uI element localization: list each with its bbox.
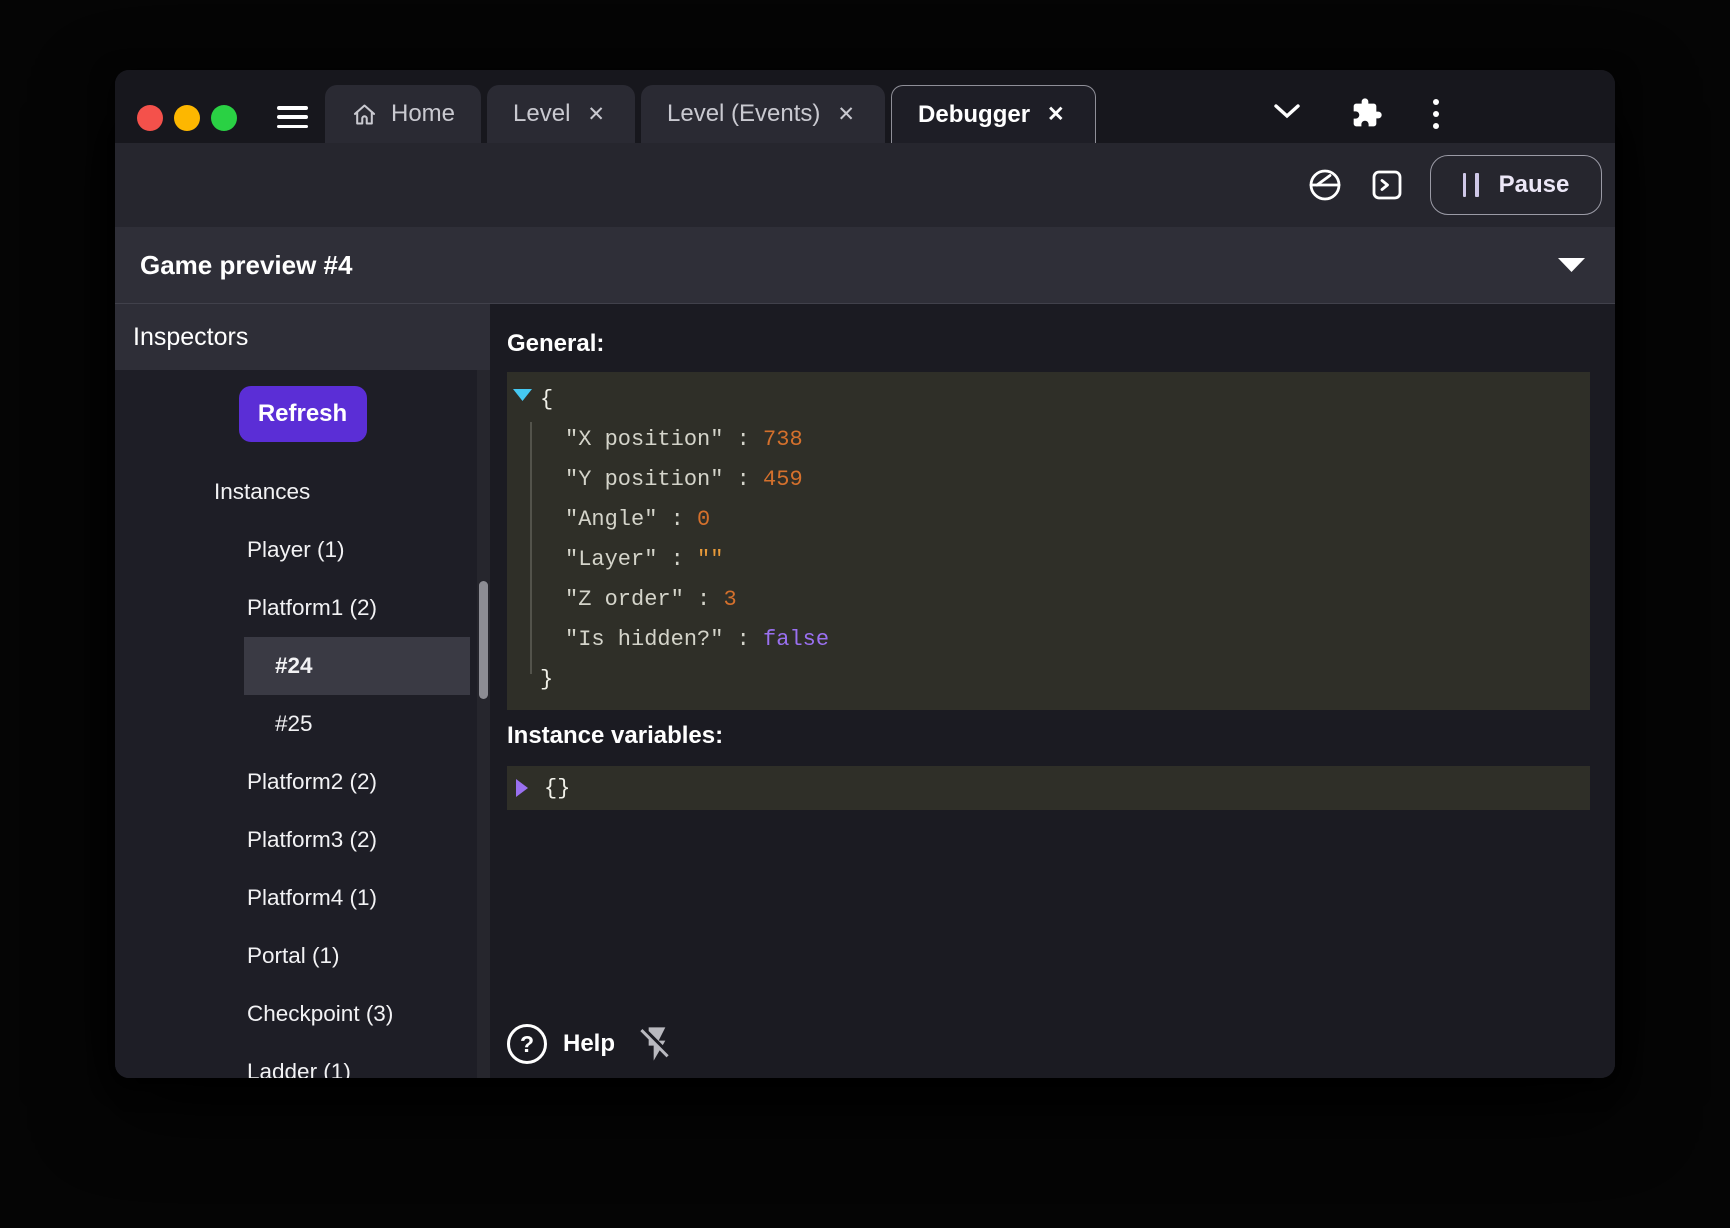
sidebar-scrollbar-track <box>477 370 490 1078</box>
help-button-label: Help <box>563 1030 615 1058</box>
json-property-line: "Angle" : 0 <box>507 500 1590 540</box>
json-property-line: "Is hidden?" : false <box>507 620 1590 660</box>
maximize-window-button[interactable] <box>211 105 237 131</box>
window-controls <box>137 105 237 131</box>
debugger-toolbar: Pause <box>115 143 1615 227</box>
tab-label: Level <box>513 100 570 128</box>
tree-item-label: Platform1 (2) <box>247 595 377 620</box>
tree-item-label: Platform3 (2) <box>247 827 377 852</box>
console-icon[interactable] <box>1370 168 1404 202</box>
game-preview-bar[interactable]: Game preview #4 <box>115 227 1615 304</box>
debugger-content: Inspectors Refresh Instances Player (1) Pl… <box>115 304 1615 1078</box>
pause-button-label: Pause <box>1499 171 1570 199</box>
hamburger-menu-icon[interactable] <box>277 106 308 128</box>
tree-item-label: Portal (1) <box>247 943 340 968</box>
tab-close-icon[interactable]: ✕ <box>833 102 859 127</box>
tree-item-label: Platform2 (2) <box>247 769 377 794</box>
caret-down-icon[interactable] <box>1558 258 1585 272</box>
indent-guide-line <box>530 422 532 674</box>
tree-item-label: Checkpoint (3) <box>247 1001 393 1026</box>
tree-item-label: Ladder (1) <box>247 1059 351 1078</box>
tree-item-platform1-2-[interactable]: Platform1 (2) <box>115 579 490 637</box>
help-button[interactable]: ? Help <box>507 1024 615 1064</box>
tree-item-platform3-2-[interactable]: Platform3 (2) <box>115 811 490 869</box>
tree-item-#25[interactable]: #25 <box>115 695 490 753</box>
game-preview-title: Game preview #4 <box>140 250 352 281</box>
tree-item-label: #25 <box>275 711 313 736</box>
tab-home[interactable]: Home <box>325 85 481 143</box>
minimize-window-button[interactable] <box>174 105 200 131</box>
tab-label: Level (Events) <box>667 100 820 128</box>
json-property-line: "Layer" : "" <box>507 540 1590 580</box>
pause-icon <box>1463 173 1479 197</box>
tree-item-checkpoint-3-[interactable]: Checkpoint (3) <box>115 985 490 1043</box>
app-window: Home Level ✕ Level (Events) ✕ Debugger ✕ <box>115 70 1615 1078</box>
sidebar-scrollbar-thumb[interactable] <box>479 581 488 699</box>
profiler-gauge-icon[interactable] <box>1306 166 1344 204</box>
tab-label: Debugger <box>918 101 1030 129</box>
tab-bar: Home Level ✕ Level (Events) ✕ Debugger ✕ <box>115 70 1615 143</box>
home-icon <box>351 101 378 128</box>
tree-item-label: Player (1) <box>247 537 345 562</box>
instances-tree: Instances Player (1) Platform1 (2) #24 #25 Pl… <box>115 463 490 1078</box>
tab-strip: Home Level ✕ Level (Events) ✕ Debugger ✕ <box>325 85 1096 143</box>
tab-label: Home <box>391 100 455 128</box>
json-property-line: "Z order" : 3 <box>507 580 1590 620</box>
tab-debugger[interactable]: Debugger ✕ <box>891 85 1096 143</box>
tree-item-player-1-[interactable]: Player (1) <box>115 521 490 579</box>
kebab-menu-icon[interactable] <box>1433 99 1439 129</box>
tree-item-portal-1-[interactable]: Portal (1) <box>115 927 490 985</box>
desktop-background: Home Level ✕ Level (Events) ✕ Debugger ✕ <box>0 0 1730 1228</box>
chevron-down-icon[interactable] <box>1273 103 1301 119</box>
tree-item-platform2-2-[interactable]: Platform2 (2) <box>115 753 490 811</box>
tab-level[interactable]: Level ✕ <box>487 85 635 143</box>
tree-item-label: Platform4 (1) <box>247 885 377 910</box>
instance-inspector-panel: General: { "X position" : 738"Y position… <box>490 304 1615 1078</box>
refresh-button[interactable]: Refresh <box>239 386 367 442</box>
json-open-brace: { <box>507 380 1590 420</box>
help-icon: ? <box>507 1024 547 1064</box>
collapse-arrow-closed-icon[interactable] <box>516 779 528 797</box>
puzzle-extension-icon[interactable] <box>1351 97 1383 129</box>
inspectors-sidebar: Inspectors Refresh Instances Player (1) Pl… <box>115 304 490 1078</box>
general-json-view: { "X position" : 738"Y position" : 459"A… <box>507 372 1590 710</box>
general-json-lines: "X position" : 738"Y position" : 459"Ang… <box>507 420 1590 660</box>
json-property-line: "Y position" : 459 <box>507 460 1590 500</box>
json-close-brace: } <box>507 660 1590 700</box>
tree-item-instances[interactable]: Instances <box>115 463 490 521</box>
json-property-line: "X position" : 738 <box>507 420 1590 460</box>
tabbar-right-icons <box>1195 97 1615 131</box>
tab-close-icon[interactable]: ✕ <box>583 102 609 127</box>
tab-level-events[interactable]: Level (Events) ✕ <box>641 85 885 143</box>
inspectors-header: Inspectors <box>115 304 490 370</box>
tree-item-label: #24 <box>275 653 313 678</box>
tree-item-ladder-1-[interactable]: Ladder (1) <box>115 1043 490 1078</box>
instance-variables-json-view: {} <box>507 766 1590 810</box>
inspectors-header-label: Inspectors <box>133 323 248 352</box>
bottom-actions: ? Help <box>507 1024 677 1064</box>
tab-close-icon[interactable]: ✕ <box>1043 102 1069 127</box>
instance-variables-label: Instance variables: <box>507 722 1590 750</box>
tree-item-platform4-1-[interactable]: Platform4 (1) <box>115 869 490 927</box>
collapse-arrow-open-icon[interactable] <box>513 389 532 401</box>
tree-item-label: Instances <box>214 479 310 504</box>
tree-item-#24[interactable]: #24 <box>244 637 470 695</box>
close-window-button[interactable] <box>137 105 163 131</box>
general-section-label: General: <box>507 330 1590 358</box>
flash-off-icon[interactable] <box>637 1024 677 1064</box>
pause-button[interactable]: Pause <box>1430 155 1602 215</box>
variables-empty-object: {} <box>544 776 570 801</box>
